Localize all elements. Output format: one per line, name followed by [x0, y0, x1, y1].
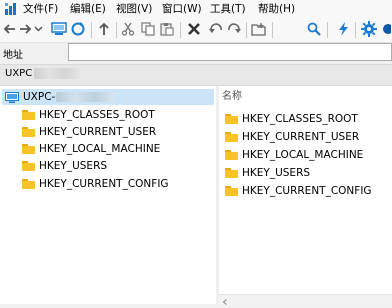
- menu-help[interactable]: 帮助(H): [258, 2, 295, 16]
- undo-icon[interactable]: [207, 20, 225, 38]
- list-item[interactable]: HKEY_USERS: [225, 165, 310, 181]
- tree-item[interactable]: HKEY_CURRENT_USER: [22, 124, 156, 140]
- menu-window[interactable]: 窗口(W): [162, 2, 202, 16]
- address-label: 地址: [3, 50, 23, 61]
- folder-icon: [225, 168, 238, 178]
- tree-root-label: UXPC-: [23, 91, 56, 103]
- folder-icon: [225, 186, 238, 196]
- list-item[interactable]: HKEY_LOCAL_MACHINE: [225, 147, 363, 163]
- computer-icon: [5, 91, 19, 103]
- tree-item-label: HKEY_CURRENT_USER: [39, 126, 157, 138]
- toolbar-separator: [272, 22, 273, 38]
- new-folder-icon[interactable]: [250, 20, 268, 38]
- horizontal-scrollbar[interactable]: [219, 294, 392, 305]
- folder-icon: [22, 144, 35, 154]
- list-item-label: HKEY_USERS: [242, 167, 311, 179]
- up-arrow-icon[interactable]: [95, 20, 113, 38]
- address-input[interactable]: [68, 43, 392, 61]
- toolbar-separator: [91, 22, 92, 38]
- tree-root-node[interactable]: UXPC-: [2, 89, 214, 105]
- menu-view[interactable]: 视图(V): [116, 2, 152, 16]
- folder-icon: [22, 127, 35, 137]
- tree-item-label: HKEY_USERS: [39, 160, 108, 172]
- menu-tools[interactable]: 工具(T): [210, 2, 246, 16]
- computer-tab[interactable]: UXPC: [5, 68, 32, 80]
- dropdown-icon[interactable]: [32, 20, 44, 38]
- toolbar-separator: [246, 22, 247, 38]
- connect-icon[interactable]: [334, 20, 352, 38]
- tree-item[interactable]: HKEY_CURRENT_CONFIG: [22, 176, 169, 192]
- list-item[interactable]: HKEY_CURRENT_CONFIG: [225, 183, 372, 199]
- toolbar-separator: [327, 22, 328, 38]
- column-header-name[interactable]: 名称: [222, 90, 242, 104]
- tree-item[interactable]: HKEY_CLASSES_ROOT: [22, 107, 155, 123]
- menu-edit[interactable]: 编辑(E): [70, 2, 106, 16]
- folder-icon: [22, 179, 35, 189]
- folder-icon: [225, 114, 238, 124]
- list-item-label: HKEY_CLASSES_ROOT: [242, 113, 358, 125]
- tree-item[interactable]: HKEY_LOCAL_MACHINE: [22, 141, 160, 157]
- computer-icon[interactable]: [50, 20, 68, 38]
- refresh-icon[interactable]: [69, 20, 87, 38]
- menu-file[interactable]: 文件(F): [23, 2, 58, 16]
- tree-item-label: HKEY_CURRENT_CONFIG: [39, 178, 169, 190]
- tree-item[interactable]: HKEY_USERS: [22, 158, 107, 174]
- redo-icon[interactable]: [225, 20, 243, 38]
- gear-overflow-icon[interactable]: [379, 20, 392, 38]
- search-icon[interactable]: [305, 20, 323, 38]
- list-item-label: HKEY_CURRENT_USER: [242, 131, 360, 143]
- redacted-computer-name: [34, 68, 80, 79]
- list-item-label: HKEY_CURRENT_CONFIG: [242, 185, 372, 197]
- list-item[interactable]: HKEY_CURRENT_USER: [225, 129, 359, 145]
- toolbar-separator: [116, 22, 117, 38]
- settings-icon[interactable]: [360, 20, 378, 38]
- tree-item-label: HKEY_CLASSES_ROOT: [39, 109, 155, 121]
- folder-icon: [22, 161, 35, 171]
- paste-icon[interactable]: [158, 20, 176, 38]
- toolbar-separator: [180, 22, 181, 38]
- app-logo-icon: [5, 3, 17, 15]
- tree-item-label: HKEY_LOCAL_MACHINE: [39, 143, 161, 155]
- toolbar-separator: [355, 22, 356, 38]
- delete-icon[interactable]: [183, 20, 205, 38]
- folder-icon: [225, 150, 238, 160]
- list-item[interactable]: HKEY_CLASSES_ROOT: [225, 111, 358, 127]
- back-arrow-icon[interactable]: [0, 20, 18, 38]
- scroll-left-icon[interactable]: [222, 296, 228, 305]
- list-item-label: HKEY_LOCAL_MACHINE: [242, 149, 364, 161]
- folder-icon: [22, 110, 35, 120]
- copy-icon[interactable]: [139, 20, 157, 38]
- folder-icon: [225, 132, 238, 142]
- cut-icon[interactable]: [119, 20, 137, 38]
- redacted-computer-name: [56, 92, 115, 102]
